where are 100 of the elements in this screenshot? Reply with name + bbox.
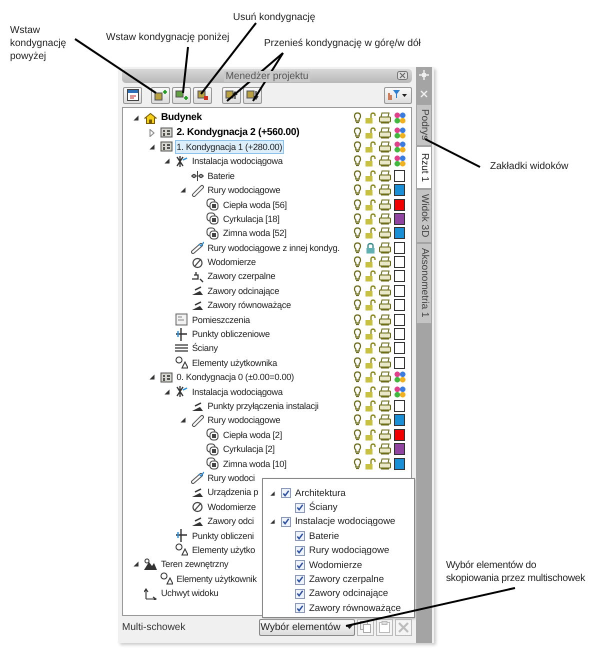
open-padlock-icon[interactable] [365, 184, 376, 196]
printer-icon[interactable] [379, 400, 391, 412]
open-padlock-icon[interactable] [365, 140, 376, 153]
view-tab[interactable]: Podrys [417, 105, 431, 146]
printer-icon[interactable] [379, 242, 391, 254]
color-swatch[interactable] [394, 328, 405, 340]
open-padlock-icon[interactable] [365, 126, 376, 139]
tree-item[interactable]: Zawory równoważące [206, 298, 293, 312]
checkbox[interactable] [295, 603, 305, 614]
color-swatch[interactable] [394, 270, 405, 282]
open-padlock-icon[interactable] [365, 170, 376, 182]
tree-item[interactable]: Zawory odcinające [206, 284, 282, 298]
picker-item-label[interactable]: Ściany [309, 502, 338, 514]
open-padlock-icon[interactable] [365, 428, 376, 441]
color-swatch[interactable] [394, 227, 405, 240]
picker-item-label[interactable]: Rury wodociągowe [309, 545, 390, 556]
open-padlock-icon[interactable] [365, 256, 376, 268]
color-swatch[interactable] [394, 184, 405, 196]
tree-item[interactable]: Zawory odci [206, 514, 256, 528]
color-swatch[interactable] [394, 256, 405, 268]
printer-icon[interactable] [379, 256, 391, 268]
tree-item[interactable]: Rury wodoci [206, 470, 257, 485]
bulb-icon[interactable] [353, 328, 362, 340]
open-padlock-icon[interactable] [365, 227, 376, 240]
tree-item[interactable]: Punkty przyłączenia instalacji [206, 399, 321, 413]
multicolor-icon[interactable] [394, 155, 406, 168]
tree-item[interactable]: Elementy użytkownika [190, 356, 280, 370]
expand-toggle[interactable] [178, 186, 186, 194]
color-swatch[interactable] [394, 284, 405, 297]
printer-icon[interactable] [379, 284, 391, 297]
checkbox[interactable] [281, 516, 291, 527]
color-swatch[interactable] [394, 356, 405, 369]
color-swatch[interactable] [394, 242, 405, 254]
expand-toggle[interactable] [132, 560, 140, 568]
printer-icon[interactable] [379, 184, 391, 196]
expand-toggle[interactable] [148, 142, 156, 151]
printer-icon[interactable] [379, 299, 391, 312]
bulb-icon[interactable] [353, 299, 362, 312]
bulb-icon[interactable] [353, 212, 362, 225]
multicolor-icon[interactable] [394, 140, 406, 153]
tree-item[interactable]: Zimna woda [10] [221, 456, 289, 471]
view-tab[interactable]: Aksonometria 1 [417, 244, 431, 323]
bulb-icon[interactable] [353, 112, 362, 124]
tree-item[interactable]: Uchwyt widoku [159, 586, 220, 600]
open-padlock-icon[interactable] [365, 299, 376, 312]
checkbox[interactable] [295, 502, 305, 513]
tree-item[interactable]: Rury wodociągowe z innej kondyg. [206, 240, 342, 255]
picker-item-label[interactable]: Architektura [295, 488, 346, 499]
expand-toggle[interactable] [269, 518, 276, 526]
tree-item[interactable]: Ciepła woda [56] [221, 198, 289, 212]
picker-item-label[interactable]: Zawory odcinające [309, 588, 388, 600]
multicolor-icon[interactable] [394, 112, 406, 124]
open-padlock-icon[interactable] [365, 155, 376, 168]
printer-icon[interactable] [379, 112, 391, 124]
tree-item[interactable]: Teren zewnętrzny [159, 557, 230, 572]
color-swatch[interactable] [394, 299, 405, 312]
printer-icon[interactable] [379, 386, 391, 398]
insert-below-button[interactable] [172, 86, 191, 104]
tree-item[interactable]: Baterie [206, 168, 237, 183]
open-padlock-icon[interactable] [365, 414, 376, 426]
color-swatch[interactable] [394, 414, 405, 426]
paste-button[interactable] [376, 618, 393, 636]
bulb-icon[interactable] [353, 371, 362, 384]
printer-icon[interactable] [379, 342, 391, 354]
checkbox[interactable] [295, 588, 305, 599]
tree-item[interactable]: Rury wodociągowe [206, 183, 282, 198]
color-swatch[interactable] [394, 212, 405, 225]
bulb-icon[interactable] [353, 342, 362, 354]
open-padlock-icon[interactable] [365, 198, 376, 211]
tree-item[interactable]: Cyrkulacja [18] [221, 212, 282, 226]
expand-toggle[interactable] [148, 373, 156, 382]
padlock-icon[interactable] [365, 242, 376, 254]
printer-icon[interactable] [379, 414, 391, 426]
printer-icon[interactable] [379, 198, 391, 211]
printer-icon[interactable] [379, 443, 391, 456]
expand-toggle[interactable] [163, 388, 171, 396]
tree-item[interactable]: 0. Kondygnacja 0 (±0.00=0.00) [174, 370, 296, 384]
bulb-icon[interactable] [353, 140, 362, 153]
bulb-icon[interactable] [353, 198, 362, 211]
open-padlock-icon[interactable] [365, 284, 376, 297]
bulb-icon[interactable] [353, 170, 362, 182]
printer-icon[interactable] [379, 458, 391, 470]
view-tab[interactable]: Rzut 1 [417, 147, 431, 188]
picker-item-label[interactable]: Zawory czerpalne [309, 574, 384, 586]
bulb-icon[interactable] [353, 356, 362, 369]
picker-item-label[interactable]: Zawory równoważące [309, 602, 401, 614]
printer-icon[interactable] [379, 170, 391, 182]
color-swatch[interactable] [394, 443, 405, 456]
expand-toggle[interactable] [132, 114, 140, 122]
color-swatch[interactable] [394, 458, 405, 470]
open-padlock-icon[interactable] [365, 458, 376, 470]
picker-item-label[interactable]: Wodomierze [309, 560, 362, 571]
bulb-icon[interactable] [353, 443, 362, 456]
bulb-icon[interactable] [353, 386, 362, 398]
printer-icon[interactable] [379, 155, 391, 168]
tree-item[interactable]: Wodomierze [206, 500, 258, 514]
open-padlock-icon[interactable] [365, 356, 376, 369]
bulb-icon[interactable] [353, 184, 362, 196]
tree-item[interactable]: Cyrkulacja [2] [221, 442, 277, 456]
filter-dropdown[interactable] [384, 86, 412, 104]
